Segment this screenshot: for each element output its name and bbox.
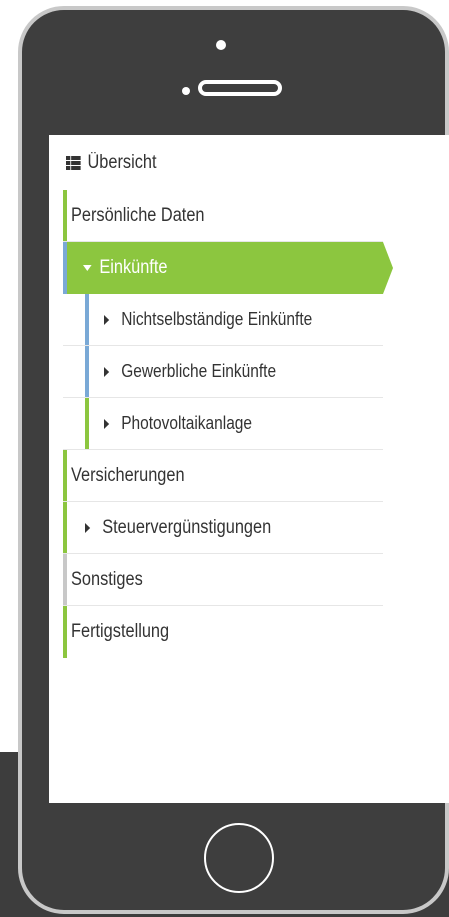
home-button[interactable] [204,823,274,893]
item-indicator [63,502,67,553]
menu-item-label: Sonstiges [71,568,143,590]
sidebar-menu: Persönliche Daten Einkünfte Nichtselbstä… [63,190,393,658]
item-indicator [85,294,89,345]
submenu-item-photovoltaikanlage[interactable]: Photovoltaikanlage [63,398,383,450]
menu-item-label: Nichtselbständige Einkünfte [121,309,313,329]
overview-link[interactable]: Übersicht [66,151,157,175]
menu-item-steuerverguenstigungen[interactable]: Steuervergünstigungen [63,502,383,554]
item-indicator [63,190,67,241]
menu-item-versicherungen[interactable]: Versicherungen [63,450,383,502]
menu-item-label: Versicherungen [71,464,185,486]
caret-right-icon [104,366,110,377]
speaker-icon [198,80,282,96]
caret-right-icon [104,418,110,429]
item-indicator [63,450,67,501]
caret-right-icon [104,314,110,325]
menu-item-fertigstellung[interactable]: Fertigstellung [63,606,383,658]
caret-down-icon [83,265,92,271]
caret-right-icon [85,522,91,533]
menu-item-einkuenfte[interactable]: Einkünfte [63,242,393,294]
submenu-item-gewerbliche-einkuenfte[interactable]: Gewerbliche Einkünfte [63,346,383,398]
sensor-icon [182,87,190,95]
list-grid-icon [66,156,81,170]
submenu-item-nichtselbstaendige-einkuenfte[interactable]: Nichtselbständige Einkünfte [63,294,383,346]
item-indicator [63,606,67,658]
menu-item-label: Einkünfte [99,257,168,278]
item-indicator [85,398,89,449]
phone-screen: Übersicht Persönliche Daten Einkünfte Ni… [49,135,449,803]
camera-icon [216,40,226,50]
item-indicator [63,554,67,605]
menu-item-label: Gewerbliche Einkünfte [121,361,277,381]
menu-item-sonstiges[interactable]: Sonstiges [63,554,383,606]
menu-item-label: Photovoltaikanlage [121,413,253,433]
menu-item-persoenliche-daten[interactable]: Persönliche Daten [63,190,383,242]
menu-item-label: Persönliche Daten [71,204,205,226]
overview-label: Übersicht [87,152,157,173]
item-indicator [85,346,89,397]
menu-item-label: Fertigstellung [71,621,170,642]
menu-item-label: Steuervergünstigungen [102,516,272,538]
item-indicator [63,242,67,294]
